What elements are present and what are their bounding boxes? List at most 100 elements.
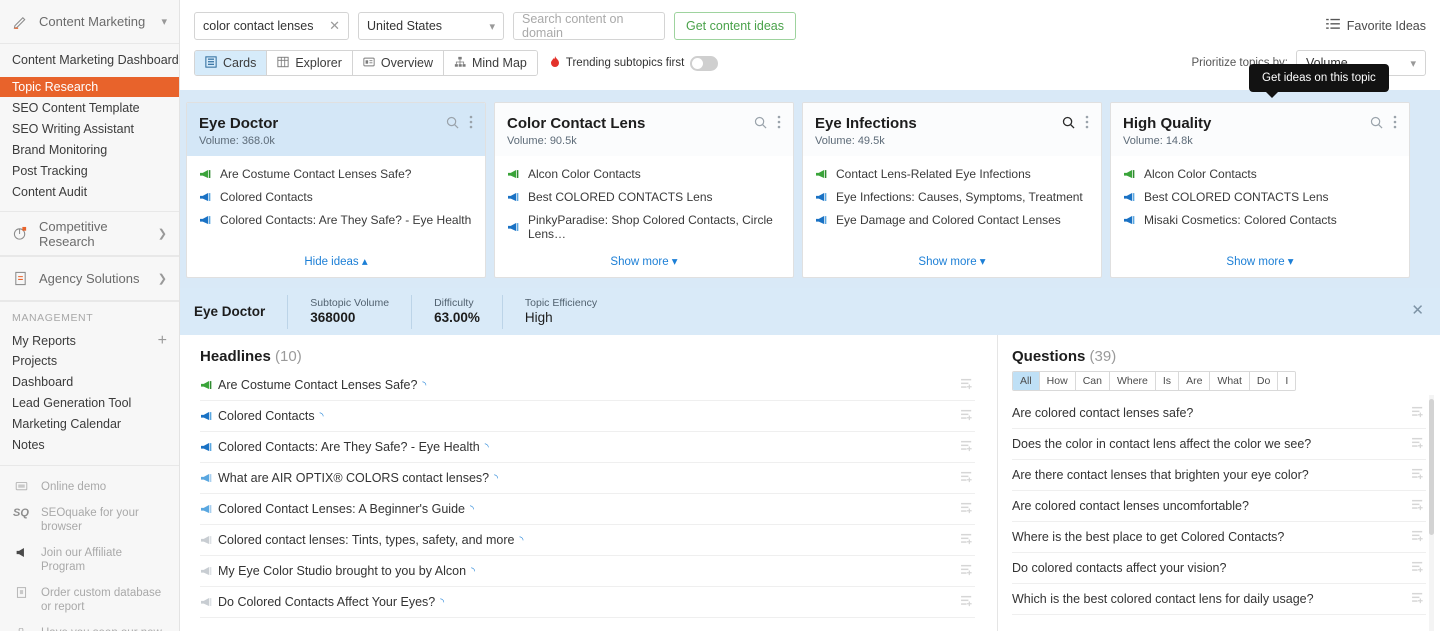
sidebar-item-my-reports[interactable]: My Reports + <box>0 330 179 351</box>
question-filter-what[interactable]: What <box>1210 372 1250 390</box>
search-icon[interactable] <box>754 116 767 132</box>
sidebar-item-content-marketing-dashboard[interactable]: Content Marketing Dashboard <box>0 50 179 70</box>
question-filter-i[interactable]: I <box>1278 372 1295 390</box>
sidebar-item-lead-generation-tool[interactable]: Lead Generation Tool <box>0 393 179 413</box>
question-row[interactable]: Where is the best place to get Colored C… <box>1012 522 1426 553</box>
get-content-ideas-button[interactable]: Get content ideas <box>674 12 796 40</box>
question-row[interactable]: Are colored contact lenses uncomfortable… <box>1012 491 1426 522</box>
search-icon[interactable] <box>446 116 459 132</box>
sidebar-item-marketing-calendar[interactable]: Marketing Calendar <box>0 414 179 434</box>
add-to-list-icon[interactable] <box>961 564 975 579</box>
card-idea[interactable]: Colored Contacts <box>199 190 473 204</box>
external-link-icon[interactable]: ◝ <box>470 504 474 515</box>
card-idea[interactable]: Eye Infections: Causes, Symptoms, Treatm… <box>815 190 1089 204</box>
external-link-icon[interactable]: ◝ <box>485 442 489 453</box>
sidebar-item-notes[interactable]: Notes <box>0 435 179 455</box>
tab-mind-map[interactable]: Mind Map <box>444 51 537 75</box>
card-idea[interactable]: Contact Lens-Related Eye Infections <box>815 167 1089 181</box>
topic-card-high-quality[interactable]: High Quality Volume: 14.8k Alcon <box>1110 102 1410 278</box>
domain-input[interactable]: Search content on domain <box>513 12 665 40</box>
sidebar-promo-affiliate[interactable]: Join our Affiliate Program <box>0 540 179 580</box>
card-idea[interactable]: Are Costume Contact Lenses Safe? <box>199 167 473 181</box>
tab-explorer[interactable]: Explorer <box>267 51 353 75</box>
headline-row[interactable]: Are Costume Contact Lenses Safe? ◝ <box>200 370 975 401</box>
sidebar-item-dashboard[interactable]: Dashboard <box>0 372 179 392</box>
headline-row[interactable]: What are AIR OPTIX® COLORS contact lense… <box>200 463 975 494</box>
add-to-list-icon[interactable] <box>961 440 975 455</box>
card-idea[interactable]: Best COLORED CONTACTS Lens <box>1123 190 1397 204</box>
questions-scrollbar[interactable] <box>1429 399 1434 535</box>
sidebar-section-content-marketing[interactable]: Content Marketing ▾ <box>0 0 179 44</box>
sidebar-item-post-tracking[interactable]: Post Tracking <box>0 161 179 181</box>
card-idea[interactable]: Misaki Cosmetics: Colored Contacts <box>1123 213 1397 227</box>
question-filter-are[interactable]: Are <box>1179 372 1210 390</box>
add-to-list-icon[interactable] <box>1412 437 1426 452</box>
external-link-icon[interactable]: ◝ <box>494 473 498 484</box>
search-icon[interactable] <box>1062 116 1075 132</box>
add-to-list-icon[interactable] <box>961 533 975 548</box>
database-select[interactable]: United States ▾ <box>358 12 504 40</box>
sidebar-section-competitive-research[interactable]: Competitive Research ❯ <box>0 212 179 256</box>
headline-row[interactable]: My Eye Color Studio brought to you by Al… <box>200 556 975 587</box>
add-to-list-icon[interactable] <box>961 471 975 486</box>
more-vertical-icon[interactable] <box>469 115 473 132</box>
card-idea[interactable]: PinkyParadise: Shop Colored Contacts, Ci… <box>507 213 781 241</box>
sidebar-promo-online-demo[interactable]: Online demo <box>0 474 179 500</box>
question-filter-how[interactable]: How <box>1040 372 1076 390</box>
headline-row[interactable]: Colored Contacts: Are They Safe? - Eye H… <box>200 432 975 463</box>
show-more-button[interactable]: Show more ▾ <box>918 256 985 268</box>
show-more-button[interactable]: Show more ▾ <box>1226 256 1293 268</box>
more-vertical-icon[interactable] <box>777 115 781 132</box>
external-link-icon[interactable]: ◝ <box>320 411 324 422</box>
card-idea[interactable]: Alcon Color Contacts <box>507 167 781 181</box>
headline-row[interactable]: Colored Contacts ◝ <box>200 401 975 432</box>
add-to-list-icon[interactable] <box>961 595 975 610</box>
external-link-icon[interactable]: ◝ <box>519 535 523 546</box>
sidebar-section-agency-solutions[interactable]: Agency Solutions ❯ <box>0 257 179 301</box>
add-to-list-icon[interactable] <box>961 409 975 424</box>
close-icon[interactable]: ✕ <box>329 18 340 34</box>
add-to-list-icon[interactable] <box>1412 530 1426 545</box>
headline-row[interactable]: Colored Contact Lenses: A Beginner's Gui… <box>200 494 975 525</box>
close-icon[interactable]: ✕ <box>1411 301 1424 319</box>
external-link-icon[interactable]: ◝ <box>471 566 475 577</box>
add-to-list-icon[interactable] <box>1412 499 1426 514</box>
question-row[interactable]: Does the color in contact lens affect th… <box>1012 429 1426 460</box>
topic-card-eye-infections[interactable]: Eye Infections Volume: 49.5k Cont <box>802 102 1102 278</box>
tab-cards[interactable]: Cards <box>195 51 267 75</box>
keyword-input[interactable]: color contact lenses ✕ <box>194 12 349 40</box>
sidebar-item-topic-research[interactable]: Topic Research <box>0 77 179 97</box>
external-link-icon[interactable]: ◝ <box>440 597 444 608</box>
external-link-icon[interactable]: ◝ <box>422 380 426 391</box>
card-idea[interactable]: Colored Contacts: Are They Safe? - Eye H… <box>199 213 473 227</box>
card-idea[interactable]: Eye Damage and Colored Contact Lenses <box>815 213 1089 227</box>
sidebar-item-seo-writing-assistant[interactable]: SEO Writing Assistant <box>0 119 179 139</box>
card-idea[interactable]: Alcon Color Contacts <box>1123 167 1397 181</box>
question-row[interactable]: Are colored contact lenses safe? <box>1012 398 1426 429</box>
sidebar-item-projects[interactable]: Projects <box>0 351 179 371</box>
search-icon[interactable] <box>1370 116 1383 132</box>
add-to-list-icon[interactable] <box>1412 561 1426 576</box>
question-filter-where[interactable]: Where <box>1110 372 1156 390</box>
add-to-list-icon[interactable] <box>1412 592 1426 607</box>
sidebar-item-content-audit[interactable]: Content Audit <box>0 182 179 202</box>
headline-row[interactable]: Colored contact lenses: Tints, types, sa… <box>200 525 975 556</box>
sidebar-promo-custom-database[interactable]: Order custom database or report <box>0 580 179 620</box>
more-vertical-icon[interactable] <box>1393 115 1397 132</box>
topic-card-color-contact-lens[interactable]: Color Contact Lens Volume: 90.5k <box>494 102 794 278</box>
sidebar-item-brand-monitoring[interactable]: Brand Monitoring <box>0 140 179 160</box>
tab-overview[interactable]: Overview <box>353 51 444 75</box>
trending-toggle[interactable] <box>690 56 718 71</box>
question-filter-all[interactable]: All <box>1013 372 1040 390</box>
question-row[interactable]: Are there contact lenses that brighten y… <box>1012 460 1426 491</box>
add-to-list-icon[interactable] <box>961 502 975 517</box>
sidebar-promo-seoquake[interactable]: SQ SEOquake for your browser <box>0 500 179 540</box>
card-idea[interactable]: Best COLORED CONTACTS Lens <box>507 190 781 204</box>
question-row[interactable]: Which is the best colored contact lens f… <box>1012 584 1426 615</box>
question-filter-can[interactable]: Can <box>1076 372 1110 390</box>
more-vertical-icon[interactable] <box>1085 115 1089 132</box>
add-report-button[interactable]: + <box>158 333 167 349</box>
headline-row[interactable]: Do Colored Contacts Affect Your Eyes? ◝ <box>200 587 975 618</box>
add-to-list-icon[interactable] <box>1412 406 1426 421</box>
topic-card-eye-doctor[interactable]: Eye Doctor Volume: 368.0k Are Cos <box>186 102 486 278</box>
